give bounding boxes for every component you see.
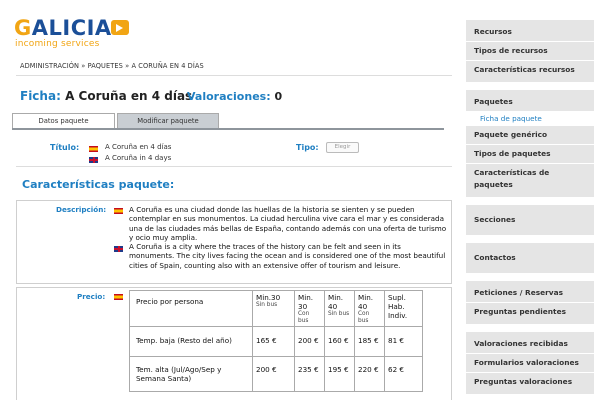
ficha-label: Ficha:	[20, 89, 61, 103]
header-label: Min. 40	[358, 293, 374, 311]
sidebar-group-contactos: Contactos	[466, 243, 594, 273]
sidebar-item-valoraciones-recibidas[interactable]: Valoraciones recibidas	[466, 335, 594, 354]
header-label: Min. 40	[328, 293, 344, 311]
price-cell: 81 €	[384, 326, 423, 357]
sidebar-item-contactos[interactable]: Contactos	[466, 249, 594, 267]
price-cell: 235 €	[294, 356, 325, 392]
descripcion-label: Descripción:	[56, 205, 107, 214]
sidebar-group-secciones: Secciones	[466, 205, 594, 235]
logo-subtitle: incoming services	[15, 39, 100, 49]
precio-label: Precio:	[77, 292, 106, 301]
price-cell: 220 €	[354, 356, 385, 392]
season-cell: Tem. alta (Jul/Ago/Sep y Semana Santa)	[129, 356, 253, 392]
price-table-header: Precio por persona Min.30 Sin bus Min. 30…	[129, 290, 423, 327]
logo[interactable]: GALICIA incoming services	[14, 16, 129, 55]
sidebar-item-caracteristicas-recursos[interactable]: Características recursos	[466, 61, 594, 79]
price-cell: 200 €	[294, 326, 325, 357]
sidebar-item-tipos-paquetes[interactable]: Tipos de paquetes	[466, 145, 594, 164]
sidebar-group-paquetes: Paquetes Ficha de paquete Paquete genéri…	[466, 90, 594, 197]
spain-flag-icon	[114, 208, 123, 214]
header-label: Precio por persona	[136, 297, 204, 306]
logo-wordmark: GALICIA	[14, 16, 112, 40]
price-cell: 195 €	[324, 356, 355, 392]
season-cell: Temp. baja (Resto del año)	[129, 326, 253, 357]
elegir-button[interactable]: Elegir	[326, 142, 359, 153]
header-label: Min. 30	[298, 293, 314, 311]
price-cell: 62 €	[384, 356, 423, 392]
table-row: Tem. alta (Jul/Ago/Sep y Semana Santa) 2…	[129, 356, 423, 392]
tab-modificar-paquete[interactable]: Modificar paquete	[117, 113, 219, 129]
titulo-es: A Coruña en 4 días	[105, 143, 172, 151]
descripcion-en: A Coruña is a city where the traces of t…	[129, 242, 446, 270]
tipo-label: Tipo:	[296, 143, 319, 152]
sidebar: Recursos Tipos de recursos Característic…	[466, 20, 594, 400]
header-sublabel: Sin bus	[256, 302, 278, 308]
header-cell: Min. 40 Con bus	[354, 290, 385, 327]
sidebar-item-caracteristicas-paquetes[interactable]: Características de paquetes	[466, 164, 594, 194]
header-label: Min.30	[256, 293, 281, 302]
header-cell: Supl. Hab. Indiv.	[384, 290, 423, 327]
uk-flag-icon	[114, 246, 123, 252]
spain-flag-icon	[89, 146, 98, 152]
price-cell: 185 €	[354, 326, 385, 357]
sidebar-item-secciones[interactable]: Secciones	[466, 211, 594, 229]
breadcrumb[interactable]: ADMINISTRACIÓN » PAQUETES » A CORUÑA EN …	[20, 62, 204, 70]
ratings-count: Valoraciones: 0	[187, 90, 282, 103]
header-cell: Min.30 Sin bus	[252, 290, 295, 327]
sidebar-item-formularios-valoraciones[interactable]: Formularios valoraciones	[466, 354, 594, 373]
price-table: Precio por persona Min.30 Sin bus Min. 30…	[129, 290, 423, 392]
sidebar-item-preguntas-pendientes[interactable]: Preguntas pendientes	[466, 303, 594, 321]
titulo-en: A Coruña in 4 days	[105, 154, 172, 162]
header-label: Supl. Hab. Indiv.	[388, 293, 408, 320]
logo-arrow-icon	[111, 20, 129, 35]
sidebar-group-recursos: Recursos Tipos de recursos Característic…	[466, 20, 594, 82]
header-sublabel: Sin bus	[328, 311, 350, 317]
tab-underline	[12, 128, 444, 130]
sidebar-item-ficha-paquete[interactable]: Ficha de paquete	[466, 112, 594, 126]
tab-datos-paquete[interactable]: Datos paquete	[12, 113, 115, 129]
spain-flag-icon	[114, 294, 123, 300]
ratings-label: Valoraciones:	[187, 90, 271, 103]
package-name: A Coruña en 4 días	[65, 89, 193, 103]
titulo-label: Título:	[50, 143, 80, 152]
header-cell: Precio por persona	[129, 290, 253, 327]
divider	[16, 166, 452, 167]
ratings-value: 0	[274, 90, 283, 103]
sidebar-item-tipos-recursos[interactable]: Tipos de recursos	[466, 42, 594, 61]
sidebar-item-preguntas-valoraciones[interactable]: Preguntas valoraciones	[466, 373, 594, 391]
page-title: Ficha: A Coruña en 4 días	[20, 89, 192, 103]
sidebar-group-valoraciones: Valoraciones recibidas Formularios valor…	[466, 332, 594, 394]
sidebar-item-paquetes[interactable]: Paquetes	[466, 93, 594, 112]
section-title: Características paquete:	[22, 178, 175, 191]
price-cell: 165 €	[252, 326, 295, 357]
sidebar-item-paquete-generico[interactable]: Paquete genérico	[466, 126, 594, 145]
table-row: Temp. baja (Resto del año) 165 € 200 € 1…	[129, 326, 423, 357]
uk-flag-icon	[89, 157, 98, 163]
header-sublabel: Con bus	[358, 311, 370, 324]
price-cell: 200 €	[252, 356, 295, 392]
divider	[16, 75, 452, 76]
header-cell: Min. 40 Sin bus	[324, 290, 355, 327]
sidebar-item-recursos[interactable]: Recursos	[466, 23, 594, 42]
sidebar-group-peticiones: Peticiones / Reservas Preguntas pendient…	[466, 281, 594, 324]
descripcion-es: A Coruña es una ciudad donde las huellas…	[129, 205, 447, 243]
sidebar-item-peticiones-reservas[interactable]: Peticiones / Reservas	[466, 284, 594, 303]
header-cell: Min. 30 Con bus	[294, 290, 325, 327]
header-sublabel: Con bus	[298, 311, 310, 324]
price-cell: 160 €	[324, 326, 355, 357]
